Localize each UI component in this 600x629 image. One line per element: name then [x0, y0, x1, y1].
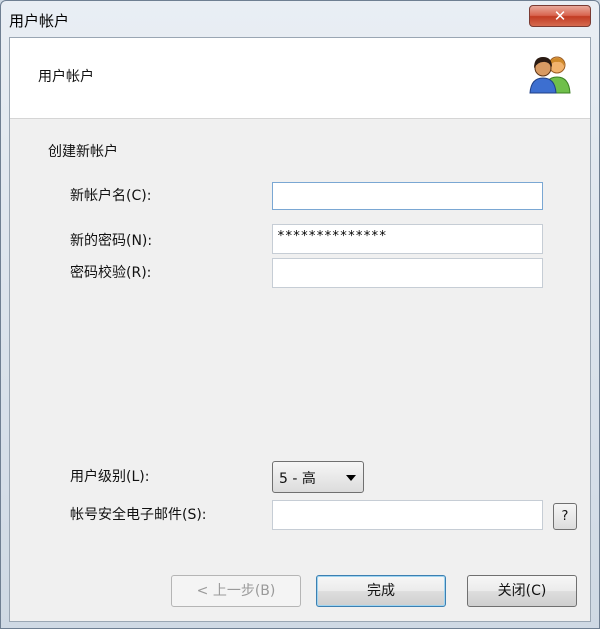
close-window-button[interactable]: ✕: [529, 5, 591, 27]
header-panel: 用户帐户: [10, 38, 590, 119]
password-label: 新的密码(N):: [70, 233, 153, 249]
help-button[interactable]: ?: [553, 503, 577, 530]
confirm-password-field[interactable]: [272, 258, 543, 288]
window-title: 用户帐户: [9, 12, 70, 30]
user-level-label: 用户级别(L):: [70, 469, 150, 485]
user-level-select[interactable]: 5 - 高: [272, 461, 364, 493]
confirm-password-label: 密码校验(R):: [70, 265, 152, 281]
dialog-window: 用户帐户 ✕ 用户帐户 创建新帐户 新帐户名(C): 新的密码(N): ****…: [0, 0, 600, 629]
username-label: 新帐户名(C):: [70, 188, 152, 204]
finish-button[interactable]: 完成: [316, 575, 446, 607]
password-field[interactable]: **************: [272, 224, 543, 254]
section-title: 创建新帐户: [48, 144, 118, 160]
title-bar[interactable]: 用户帐户 ✕: [1, 1, 599, 37]
page-title: 用户帐户: [38, 69, 94, 85]
dialog-body: 用户帐户 创建新帐户 新帐户名(C): 新的密码(N): ***********…: [9, 37, 591, 622]
username-field[interactable]: [272, 182, 543, 210]
user-level-value: 5 - 高: [279, 471, 316, 487]
back-button[interactable]: < 上一步(B): [171, 575, 301, 607]
close-button[interactable]: 关闭(C): [467, 575, 577, 607]
users-icon: [529, 56, 571, 94]
email-label: 帐号安全电子邮件(S):: [70, 507, 207, 523]
chevron-down-icon: [346, 475, 356, 481]
email-field[interactable]: [272, 500, 543, 530]
